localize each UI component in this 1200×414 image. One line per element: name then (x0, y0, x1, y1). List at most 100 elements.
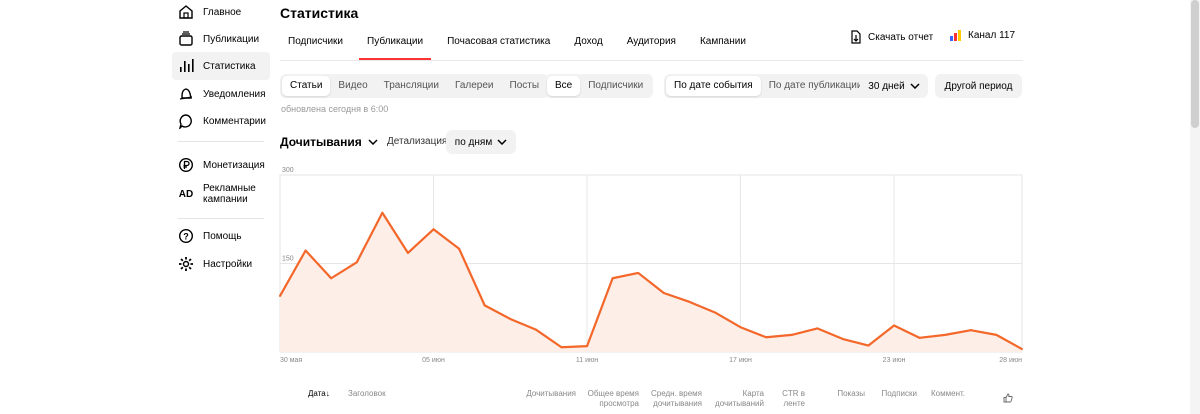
sidebar-item-statistics[interactable]: Статистика (172, 52, 270, 80)
sidebar-item-help[interactable]: ? Помощь (172, 222, 270, 250)
data-point (560, 346, 563, 349)
data-point (790, 333, 793, 336)
channel-logo-icon (950, 29, 962, 41)
data-point (330, 277, 333, 280)
data-point (1021, 348, 1023, 351)
sidebar-item-comments[interactable]: Комментарии (172, 107, 270, 135)
data-point (611, 277, 614, 280)
data-point (483, 304, 486, 307)
tab-publications[interactable]: Публикации (359, 30, 432, 60)
tab-income[interactable]: Доход (566, 30, 610, 60)
sidebar-item-label: Рекламные кампании (203, 183, 256, 205)
data-point (355, 261, 358, 264)
data-point (534, 328, 537, 331)
home-icon (178, 4, 194, 20)
data-point (688, 300, 691, 303)
scrollbar-thumb[interactable] (1191, 0, 1199, 128)
filter-streams[interactable]: Трансляции (376, 76, 447, 96)
col-readthroughs[interactable]: Дочитывания (520, 389, 576, 399)
detail-value: по дням (454, 136, 493, 148)
col-subscriptions[interactable]: Подписки (872, 389, 917, 399)
filter-by-event-date[interactable]: По дате события (666, 76, 761, 96)
bell-icon (178, 86, 194, 102)
filter-galleries[interactable]: Галереи (447, 76, 502, 96)
sidebar-item-ad-campaigns[interactable]: AD Рекламные кампании (172, 179, 270, 209)
data-point (458, 247, 461, 250)
publications-icon (178, 31, 194, 47)
data-point (713, 311, 716, 314)
channel-switcher[interactable]: Канал 117 (950, 29, 1016, 41)
likes-column-icon[interactable] (1003, 390, 1013, 403)
updated-note: обновлена сегодня в 6:00 (281, 104, 389, 114)
help-icon: ? (178, 228, 194, 244)
chevron-down-icon (497, 139, 507, 145)
x-tick-label: 17 июн (729, 357, 752, 364)
col-read-map[interactable]: Карта дочитываний (712, 389, 764, 409)
filter-subscribers[interactable]: Подписчики (580, 76, 651, 96)
col-title: Заголовок (348, 389, 386, 398)
tabs-divider (280, 60, 1023, 61)
col-ctr[interactable]: CTR в ленте (775, 389, 805, 409)
x-tick-label: 28 июн (999, 357, 1022, 364)
x-tick-label: 30 мая (280, 357, 302, 364)
data-point (995, 333, 998, 336)
data-point (381, 211, 384, 214)
data-point (944, 333, 947, 336)
metric-select[interactable]: Дочитывания (280, 135, 378, 149)
download-report-button[interactable]: Скачать отчет (850, 30, 933, 44)
col-date-label: Дата (308, 389, 326, 398)
data-point (969, 329, 972, 332)
ad-icon: AD (178, 188, 194, 200)
svg-text:?: ? (183, 232, 189, 242)
comment-icon (178, 113, 194, 129)
page-title: Статистика (280, 5, 359, 21)
sidebar-divider (178, 141, 264, 142)
data-point (893, 324, 896, 327)
tab-hourly[interactable]: Почасовая статистика (439, 30, 558, 60)
filter-by-publish-date[interactable]: По дате публикации (761, 76, 871, 96)
sidebar-item-label: Монетизация (203, 159, 265, 171)
y-tick-label: 150 (282, 256, 294, 263)
tab-campaigns[interactable]: Кампании (692, 30, 754, 60)
ruble-icon (178, 157, 194, 173)
sidebar-item-home[interactable]: Главное (172, 0, 270, 26)
col-impressions[interactable]: Показы (825, 389, 865, 399)
filter-all[interactable]: Все (547, 76, 581, 96)
page-root: Главное Публикации Статистика Уведомлени… (0, 0, 1200, 414)
content-type-filter: Статьи Видео Трансляции Галереи Посты (280, 74, 550, 98)
sidebar-item-notifications[interactable]: Уведомления (172, 80, 270, 108)
other-period-button[interactable]: Другой период (935, 74, 1022, 98)
period-select[interactable]: 30 дней (860, 74, 928, 98)
data-point (867, 344, 870, 347)
col-avg-read-time[interactable]: Средн. время дочитывания (648, 389, 702, 409)
y-tick-label: 0 (282, 344, 286, 351)
detail-select[interactable]: по дням (446, 130, 516, 154)
filter-posts[interactable]: Посты (502, 76, 548, 96)
col-comments[interactable]: Коммент. (925, 389, 965, 399)
tab-subscribers[interactable]: Подписчики (280, 30, 351, 60)
data-point (765, 336, 768, 339)
sidebar-item-label: Помощь (203, 230, 242, 242)
sidebar-item-label: Уведомления (203, 88, 266, 100)
sidebar-item-publications[interactable]: Публикации (172, 25, 270, 53)
filter-video[interactable]: Видео (330, 76, 375, 96)
data-point (918, 336, 921, 339)
col-date[interactable]: Дата↓ (308, 389, 330, 399)
sidebar-item-settings[interactable]: Настройки (172, 250, 270, 278)
filter-articles[interactable]: Статьи (282, 76, 331, 96)
data-point (432, 228, 435, 231)
statistics-icon (178, 58, 194, 74)
date-mode-filter: По дате события По дате публикации (664, 74, 873, 98)
tab-audience[interactable]: Аудитория (619, 30, 684, 60)
x-tick-label: 23 июн (883, 357, 906, 364)
sidebar-item-label: Настройки (203, 258, 253, 270)
period-value: 30 дней (868, 80, 905, 92)
col-total-view-time[interactable]: Общее время просмотра (585, 389, 639, 409)
sort-arrow-icon: ↓ (325, 389, 330, 398)
download-report-label: Скачать отчет (868, 31, 934, 43)
x-tick-label: 11 июн (576, 357, 598, 364)
detail-label: Детализация (387, 136, 448, 147)
channel-name: Канал 117 (968, 30, 1016, 41)
sidebar-item-monetization[interactable]: Монетизация (172, 151, 270, 179)
data-point (637, 271, 640, 274)
